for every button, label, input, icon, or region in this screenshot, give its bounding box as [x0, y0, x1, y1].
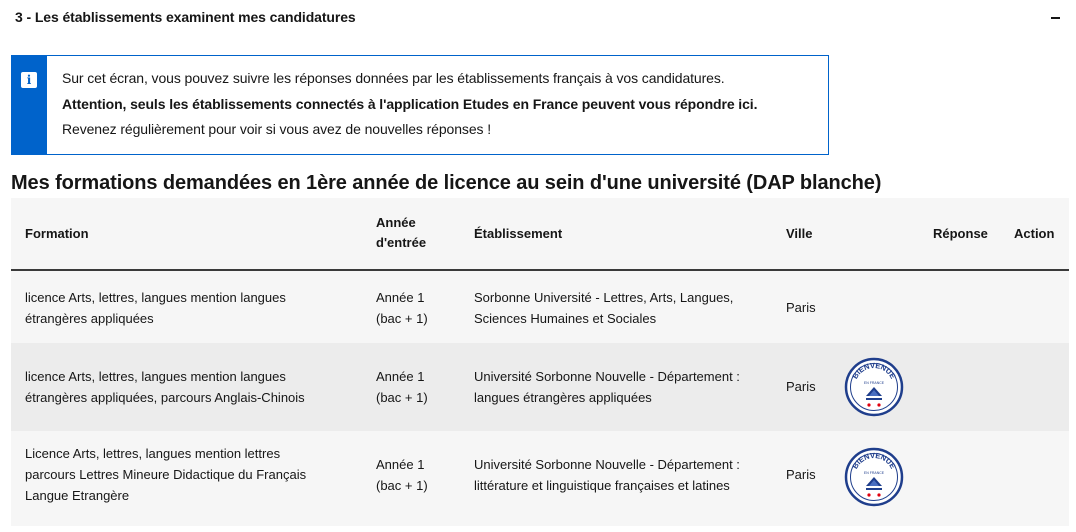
- formation-cell: licence Arts, lettres, langues mention l…: [25, 287, 345, 329]
- ville-cell: Paris: [786, 467, 816, 482]
- notice-text-line: Revenez régulièrement pour voir si vous …: [62, 121, 491, 137]
- etablissement-line: Université Sorbonne Nouvelle - Départeme…: [474, 369, 740, 384]
- formation-line: étrangères appliquées: [25, 311, 154, 326]
- info-notice: i Sur cet écran, vous pouvez suivre les …: [11, 55, 829, 155]
- etablissement-cell: Université Sorbonne Nouvelle - Départeme…: [474, 454, 774, 496]
- annee-cell: Année 1 (bac + 1): [376, 287, 456, 329]
- annee-line: (bac + 1): [376, 478, 428, 493]
- formation-line: licence Arts, lettres, langues mention l…: [25, 290, 286, 305]
- ville-cell: Paris: [786, 379, 816, 394]
- etablissement-line: Sciences Humaines et Sociales: [474, 311, 657, 326]
- table-header: Formation Année d'entrée Établissement V…: [11, 198, 1069, 271]
- section-title: Mes formations demandées en 1ère année d…: [11, 172, 882, 194]
- annee-line: Année 1: [376, 457, 425, 472]
- etablissement-line: Sorbonne Université - Lettres, Arts, Lan…: [474, 290, 734, 305]
- annee-line: (bac + 1): [376, 311, 428, 326]
- accordion-header[interactable]: 3 - Les établissements examinent mes can…: [0, 0, 1076, 36]
- collapse-toggle-button[interactable]: [1046, 6, 1064, 30]
- etablissement-line: langues étrangères appliquées: [474, 390, 652, 405]
- notice-stripe: i: [11, 55, 47, 155]
- bienvenue-en-france-label-icon: BIENVENUE EN FRANCE: [844, 447, 904, 507]
- info-icon: i: [21, 72, 37, 88]
- etablissement-cell: Sorbonne Université - Lettres, Arts, Lan…: [474, 287, 774, 329]
- column-header-formation: Formation: [25, 226, 89, 241]
- etablissement-line: littérature et linguistique françaises e…: [474, 478, 730, 493]
- badge-subtitle: EN FRANCE: [864, 471, 885, 475]
- badge-subtitle: EN FRANCE: [864, 381, 885, 385]
- formation-cell: licence Arts, lettres, langues mention l…: [25, 366, 345, 408]
- table-row: licence Arts, lettres, langues mention l…: [11, 271, 1069, 343]
- annee-cell: Année 1 (bac + 1): [376, 454, 456, 496]
- etablissement-cell: Université Sorbonne Nouvelle - Départeme…: [474, 366, 774, 408]
- notice-warning-text: Attention, seuls les établissements conn…: [62, 96, 758, 112]
- column-header-annee-line: d'entrée: [376, 235, 427, 250]
- column-header-reponse: Réponse: [933, 226, 988, 241]
- minus-icon: [1050, 17, 1060, 19]
- formation-line: Langue Etrangère: [25, 488, 130, 503]
- column-header-action: Action: [1014, 226, 1055, 241]
- annee-line: Année 1: [376, 290, 425, 305]
- annee-cell: Année 1 (bac + 1): [376, 366, 456, 408]
- notice-text-line: Sur cet écran, vous pouvez suivre les ré…: [62, 70, 725, 86]
- column-header-ville: Ville: [786, 226, 813, 241]
- table-row: licence Arts, lettres, langues mention l…: [11, 343, 1069, 431]
- ville-cell: Paris: [786, 300, 816, 315]
- bienvenue-en-france-label-icon: BIENVENUE EN FRANCE: [844, 357, 904, 417]
- annee-line: (bac + 1): [376, 390, 428, 405]
- etablissement-line: Université Sorbonne Nouvelle - Départeme…: [474, 457, 740, 472]
- formation-line: parcours Lettres Mineure Didactique du F…: [25, 467, 307, 482]
- formation-line: Licence Arts, lettres, langues mention l…: [25, 446, 281, 461]
- column-header-annee: Année d'entrée: [376, 213, 436, 253]
- formation-line: licence Arts, lettres, langues mention l…: [25, 369, 286, 384]
- accordion-title[interactable]: 3 - Les établissements examinent mes can…: [15, 9, 356, 25]
- column-header-annee-line: Année: [376, 215, 416, 230]
- table-row: Licence Arts, lettres, langues mention l…: [11, 431, 1069, 526]
- column-header-etablissement: Établissement: [474, 226, 563, 241]
- formation-cell: Licence Arts, lettres, langues mention l…: [25, 443, 345, 506]
- annee-line: Année 1: [376, 369, 425, 384]
- formation-line: étrangères appliquées, parcours Anglais-…: [25, 390, 305, 405]
